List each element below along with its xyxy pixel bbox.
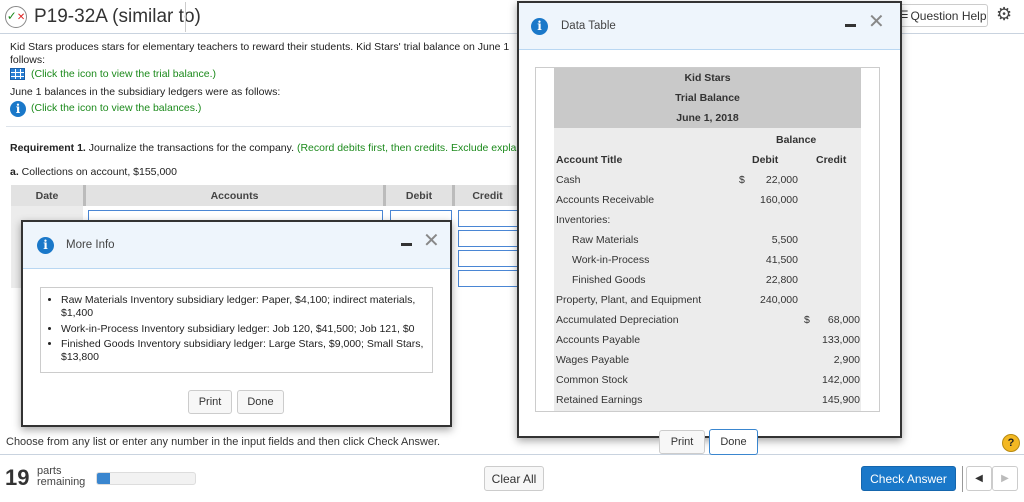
row-title: Retained Earnings	[556, 394, 643, 406]
row-debit: 160,000	[760, 194, 798, 206]
help-icon[interactable]: ?	[1002, 434, 1020, 452]
question-help-button[interactable]: ☰ Question Help	[898, 4, 988, 27]
info-item: Finished Goods Inventory subsidiary ledg…	[61, 338, 424, 364]
done-button[interactable]: Done	[709, 429, 758, 455]
col-date: Date	[11, 185, 86, 206]
minimize-icon[interactable]	[401, 243, 412, 246]
row-debit: 41,500	[765, 254, 798, 266]
dialog-header: i More Info ✕	[23, 222, 450, 269]
row-title: Property, Plant, and Equipment	[556, 294, 702, 306]
balance-header: Balance	[776, 134, 817, 146]
col-debit: Debit	[386, 185, 455, 206]
progress-fill	[97, 473, 110, 484]
gear-icon[interactable]: ⚙	[996, 4, 1012, 25]
credit-input[interactable]	[458, 210, 520, 227]
progress-bar	[96, 472, 196, 485]
print-button[interactable]: Print	[188, 390, 232, 414]
more-info-dialog: i More Info ✕ Raw Materials Inventory su…	[21, 220, 452, 427]
done-button[interactable]: Done	[237, 390, 284, 414]
info-icon: i	[37, 237, 54, 254]
col-credit: Credit	[455, 185, 520, 206]
row-debit: 22,000	[765, 174, 798, 186]
info-item: Raw Materials Inventory subsidiary ledge…	[61, 294, 424, 320]
instruction-text: Choose from any list or enter any number…	[6, 436, 441, 448]
close-icon[interactable]: ✕	[423, 228, 440, 253]
row-title: Accounts Receivable	[556, 194, 655, 206]
clear-all-button[interactable]: Clear All	[484, 466, 544, 491]
divider	[6, 126, 511, 127]
row-title: Work-in-Process	[572, 254, 650, 266]
row-title: Cash	[556, 174, 581, 186]
data-table-dialog: i Data Table ✕ Kid Stars Trial Balance Jun…	[517, 1, 902, 455]
dialog-header: i Data Table ✕	[519, 3, 900, 50]
page-title: P19-32A (similar to)	[34, 6, 201, 27]
next-button[interactable]: ▶	[992, 466, 1018, 491]
info-content: Raw Materials Inventory subsidiary ledge…	[40, 287, 433, 373]
credit-input[interactable]	[458, 230, 520, 247]
row-title: Finished Goods	[572, 274, 646, 286]
info-icon[interactable]: i	[10, 101, 26, 117]
trial-balance-table: Kid Stars Trial Balance June 1, 2018 Balan…	[535, 67, 880, 412]
row-title: Inventories:	[556, 214, 611, 226]
table-icon[interactable]	[10, 68, 25, 80]
ledger-text: June 1 balances in the subsidiary ledger…	[10, 86, 281, 98]
row-credit: 2,900	[833, 354, 860, 366]
row-debit: 22,800	[765, 274, 798, 286]
previous-button[interactable]: ◀	[966, 466, 992, 491]
trial-balance-link[interactable]: (Click the icon to view the trial balanc…	[31, 68, 216, 80]
credit-input[interactable]	[458, 270, 520, 287]
close-icon[interactable]: ✕	[868, 9, 885, 34]
credit-input[interactable]	[458, 250, 520, 267]
print-button[interactable]: Print	[659, 430, 705, 454]
parts-count: 19	[5, 465, 30, 490]
row-title: Wages Payable	[556, 354, 630, 366]
row-title: Common Stock	[556, 374, 628, 386]
info-item: Work-in-Process Inventory subsidiary led…	[61, 323, 424, 336]
check-answer-button[interactable]: Check Answer	[861, 466, 956, 491]
row-credit: 145,900	[822, 394, 860, 406]
row-title: Accounts Payable	[556, 334, 641, 346]
divider	[962, 466, 963, 492]
col-accounts: Accounts	[86, 185, 386, 206]
row-debit: 5,500	[771, 234, 798, 246]
row-debit: 240,000	[760, 294, 798, 306]
partial-correct-icon: ✓✕	[5, 6, 27, 28]
row-credit: 68,000	[827, 314, 860, 326]
col-credit: Credit	[816, 154, 847, 166]
minimize-icon[interactable]	[845, 24, 856, 27]
problem-intro: Kid Stars produces stars for elementary …	[10, 41, 510, 66]
requirement-text: Requirement 1. Journalize the transactio…	[10, 142, 517, 154]
row-credit: 142,000	[822, 374, 860, 386]
table-heading: Kid Stars Trial Balance June 1, 2018	[554, 68, 861, 128]
dialog-title: More Info	[66, 239, 115, 251]
parts-label: parts remaining	[37, 465, 86, 488]
transaction-a: a. Collections on account, $155,000	[10, 166, 177, 178]
row-title: Accumulated Depreciation	[556, 314, 679, 326]
dialog-title: Data Table	[561, 20, 616, 32]
col-debit: Debit	[752, 154, 779, 166]
row-credit: 133,000	[822, 334, 860, 346]
info-icon: i	[531, 18, 548, 35]
divider	[0, 454, 1024, 455]
row-title: Raw Materials	[572, 234, 639, 246]
balances-link[interactable]: (Click the icon to view the balances.)	[31, 102, 201, 114]
divider	[185, 2, 186, 32]
col-account-title: Account Title	[556, 154, 623, 166]
